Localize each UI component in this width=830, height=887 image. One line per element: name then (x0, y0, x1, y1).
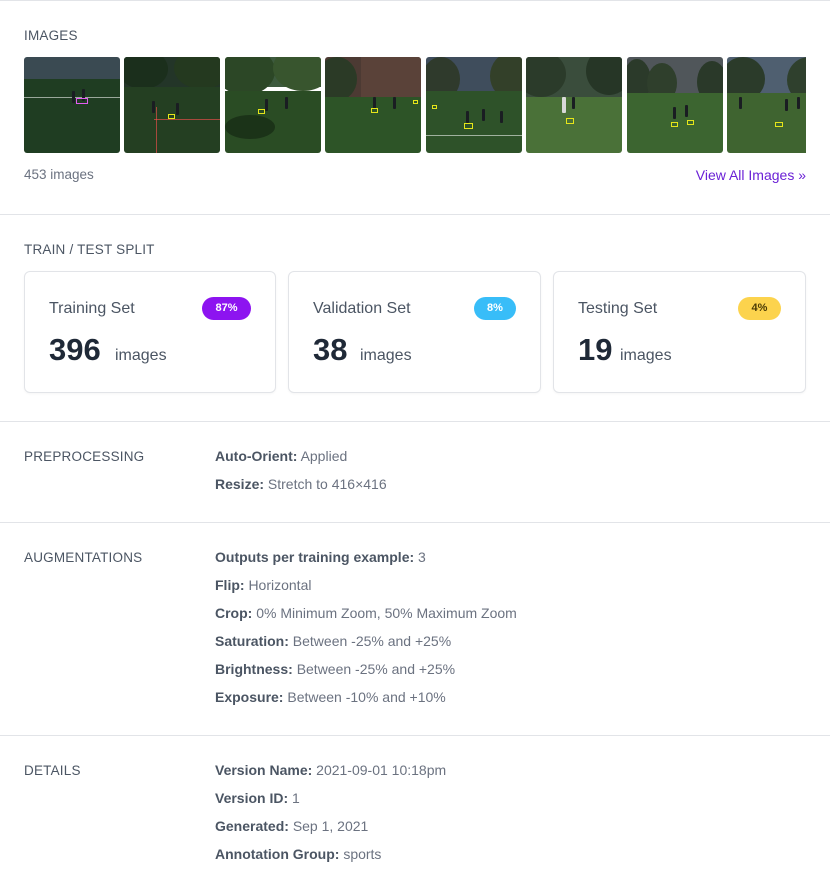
card-title: Validation Set (313, 300, 411, 317)
card-unit: images (360, 347, 412, 364)
validation-set-card: Validation Set 8% 38 images (288, 271, 541, 393)
augmentation-brightness: Brightness: Between -25% and +25% (215, 661, 456, 677)
percent-badge: 4% (738, 297, 781, 320)
detail-annotation-group: Annotation Group: sports (215, 846, 382, 862)
card-count: 19 (578, 332, 613, 367)
card-unit: images (620, 347, 672, 364)
thumbnail-6[interactable] (526, 57, 622, 153)
card-count: 396 (49, 332, 101, 367)
augmentation-saturation: Saturation: Between -25% and +25% (215, 633, 452, 649)
card-title: Testing Set (578, 300, 658, 317)
card-title: Training Set (49, 300, 135, 317)
divider (0, 0, 830, 1)
image-count: 453 images (24, 167, 94, 182)
augmentation-outputs: Outputs per training example: 3 (215, 549, 426, 565)
detail-generated: Generated: Sep 1, 2021 (215, 818, 369, 834)
card-count: 38 (313, 332, 348, 367)
thumbnail-2[interactable] (124, 57, 220, 153)
thumbnail-8[interactable] (727, 57, 806, 153)
training-set-card: Training Set 87% 396 images (24, 271, 276, 393)
detail-version-name: Version Name: 2021-09-01 10:18pm (215, 762, 447, 778)
divider (0, 735, 830, 736)
divider (0, 421, 830, 422)
images-section-title: IMAGES (24, 28, 78, 43)
details-section-title: DETAILS (24, 763, 81, 778)
thumbnail-7[interactable] (627, 57, 723, 153)
testing-set-card: Testing Set 4% 19 images (553, 271, 806, 393)
percent-badge: 8% (474, 297, 516, 320)
card-unit: images (115, 347, 167, 364)
thumbnail-5[interactable] (426, 57, 522, 153)
thumbnail-3[interactable] (225, 57, 321, 153)
augmentations-section-title: AUGMENTATIONS (24, 550, 143, 565)
thumbnail-strip (24, 57, 806, 153)
thumbnail-1[interactable] (24, 57, 120, 153)
view-all-images-link[interactable]: View All Images » (696, 167, 806, 183)
thumbnail-4[interactable] (325, 57, 421, 153)
augmentation-flip: Flip: Horizontal (215, 577, 312, 593)
detail-version-id: Version ID: 1 (215, 790, 300, 806)
preprocessing-resize: Resize: Stretch to 416×416 (215, 476, 387, 492)
split-section-title: TRAIN / TEST SPLIT (24, 242, 155, 257)
divider (0, 214, 830, 215)
percent-badge: 87% (202, 297, 251, 320)
divider (0, 522, 830, 523)
preprocessing-auto-orient: Auto-Orient: Applied (215, 448, 348, 464)
augmentation-crop: Crop: 0% Minimum Zoom, 50% Maximum Zoom (215, 605, 517, 621)
preprocessing-section-title: PREPROCESSING (24, 449, 145, 464)
augmentation-exposure: Exposure: Between -10% and +10% (215, 689, 446, 705)
